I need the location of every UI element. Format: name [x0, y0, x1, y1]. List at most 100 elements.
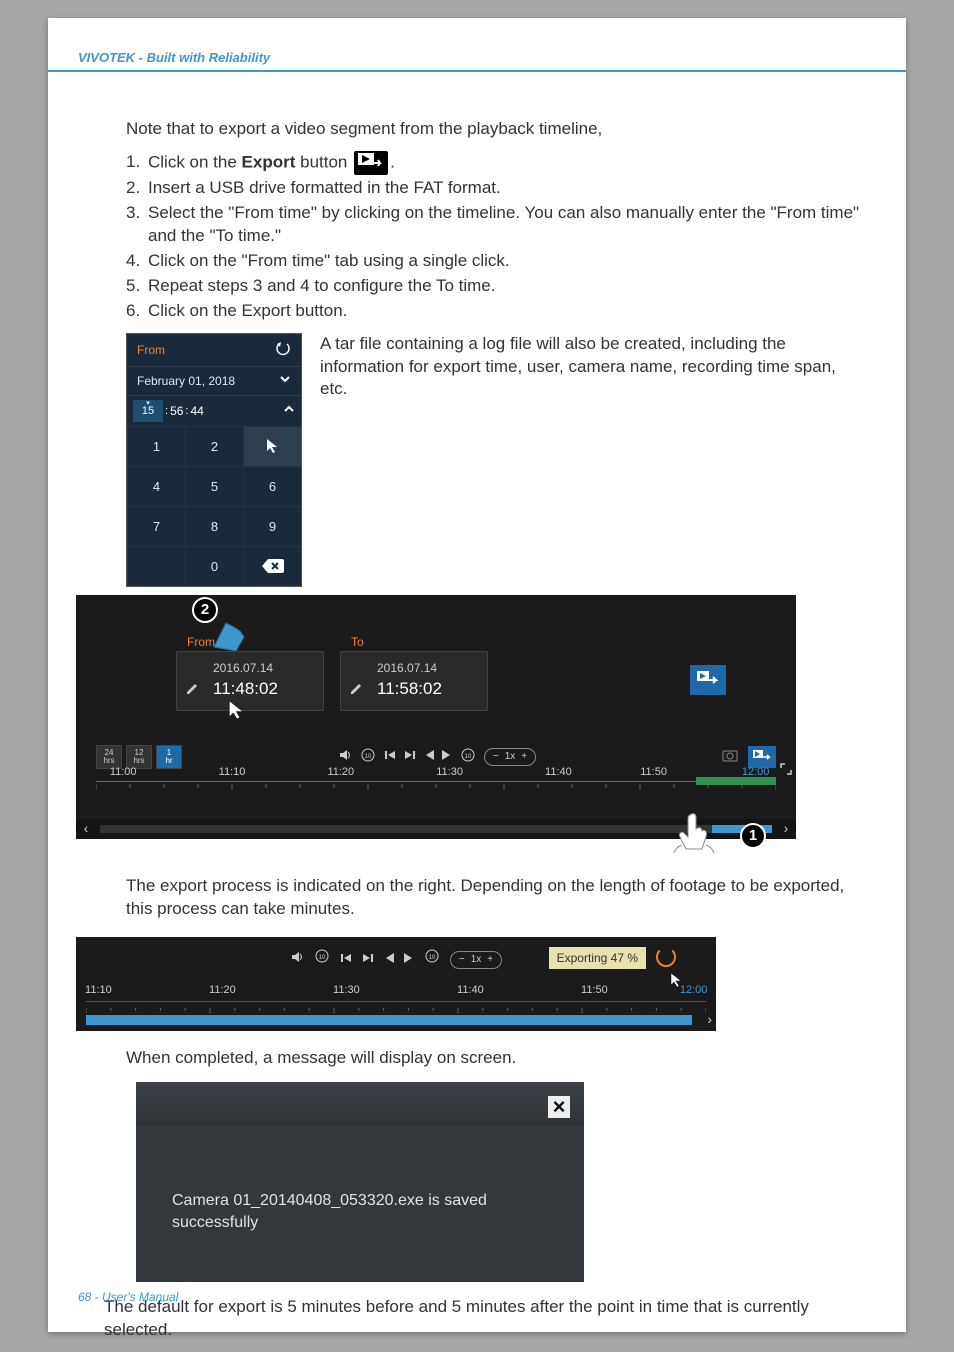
scroll-left-icon[interactable]: ‹: [76, 819, 96, 838]
speed-minus[interactable]: −: [493, 750, 499, 764]
skip-back-icon[interactable]: [340, 948, 352, 971]
step1-bold: Export: [242, 152, 296, 171]
step-4: 4. Click on the "From time" tab using a …: [126, 250, 866, 273]
step-6: 6. Click on the Export button.: [126, 300, 866, 323]
numpad-7[interactable]: 7: [127, 506, 185, 546]
ruler-tick-line: [86, 1001, 706, 1011]
colon: :: [163, 404, 170, 419]
exporting-badge: Exporting 47 %: [549, 947, 646, 969]
chevron-down-icon: [279, 373, 291, 389]
svg-text:10: 10: [429, 955, 436, 961]
intro-paragraph: Note that to export a video segment from…: [126, 118, 866, 141]
ruler-tick: 11:10: [219, 765, 246, 780]
skip-back-icon[interactable]: [384, 749, 396, 766]
play-icon[interactable]: [442, 749, 452, 766]
step-2: 2. Insert a USB drive formatted in the F…: [126, 177, 866, 200]
zoom-24-label: 24 hrs: [103, 749, 114, 765]
step-text: Repeat steps 3 and 4 to configure the To…: [148, 275, 866, 298]
to-time-box[interactable]: To 2016.07.14 11:58:02: [340, 651, 488, 711]
speed-value: 1x: [471, 953, 482, 967]
zoom-1-label: 1 hr: [165, 749, 172, 765]
page-footer: 68 - User's Manual: [78, 1290, 178, 1304]
export-clip-button[interactable]: [690, 665, 726, 695]
rewind-10-icon[interactable]: 10: [314, 948, 330, 971]
numpad-6[interactable]: 6: [243, 466, 301, 506]
svg-text:10: 10: [365, 754, 372, 760]
export-icon: [354, 151, 388, 175]
step-number: 5.: [126, 275, 148, 298]
skip-forward-icon[interactable]: [362, 948, 374, 971]
speed-value: 1x: [505, 750, 516, 764]
content-area: Note that to export a video segment from…: [126, 118, 866, 1352]
from-time-box[interactable]: From 2016.07.14 11:48:02: [176, 651, 324, 711]
play-icon[interactable]: [404, 948, 414, 971]
time-hh[interactable]: ▾15: [133, 400, 163, 422]
ruler-ticks: [96, 781, 776, 795]
numpad-5[interactable]: 5: [185, 466, 243, 506]
close-icon[interactable]: ×: [548, 1096, 570, 1118]
rewind-10-icon[interactable]: 10: [360, 747, 376, 768]
numpad-0[interactable]: 0: [185, 546, 243, 586]
to-date: 2016.07.14: [377, 660, 437, 676]
ruler-tick: 11:20: [327, 765, 354, 780]
skip-forward-icon[interactable]: [404, 749, 416, 766]
from-label: From: [137, 342, 165, 358]
numpad-2[interactable]: 2: [185, 426, 243, 466]
svg-text:10: 10: [319, 955, 326, 961]
step-1: 1. Click on the Export button .: [126, 151, 866, 175]
speed-plus[interactable]: +: [487, 953, 493, 967]
scroll-right-icon[interactable]: ›: [707, 1010, 712, 1029]
step-number: 4.: [126, 250, 148, 273]
numpad-8[interactable]: 8: [185, 506, 243, 546]
volume-icon[interactable]: [290, 948, 304, 971]
figure-from-panel-row: From February 01, 2018 ▾15 : 56 :: [126, 333, 866, 587]
speed-minus[interactable]: −: [459, 953, 465, 967]
exporting-figure: 10 10 − 1x + Exporting 47 % 11:10 11:20 …: [76, 937, 716, 1031]
exporting-ruler[interactable]: 11:10 11:20 11:30 11:40 11:50 12:00: [86, 983, 706, 997]
forward-10-icon[interactable]: 10: [424, 948, 440, 971]
modal-message: Camera 01_20140408_053320.exe is saved s…: [172, 1190, 548, 1235]
ruler-tick-end: 12:00: [680, 983, 708, 998]
play-back-icon[interactable]: [384, 948, 394, 971]
edit-icon[interactable]: [349, 680, 363, 694]
numpad-backspace-icon[interactable]: [243, 546, 301, 586]
hint-hand-icon: [672, 809, 716, 853]
progress-bar[interactable]: [86, 1015, 692, 1025]
header-strip: VIVOTEK - Built with Reliability: [48, 50, 906, 72]
speed-plus[interactable]: +: [521, 750, 527, 764]
edit-icon[interactable]: [185, 680, 199, 694]
from-panel-date-row[interactable]: February 01, 2018: [127, 367, 301, 396]
ruler-tick: 11:50: [581, 983, 608, 998]
step-text: Click on the Export button.: [148, 300, 866, 323]
play-back-icon[interactable]: [424, 749, 434, 766]
numpad-cursor[interactable]: [243, 426, 301, 466]
ruler-tick: 11:50: [640, 765, 667, 780]
export-process-paragraph: The export process is indicated on the r…: [126, 875, 866, 921]
zoom-1hr[interactable]: 1 hr: [156, 745, 182, 769]
speed-control[interactable]: − 1x +: [450, 951, 502, 969]
scroll-right-icon[interactable]: ›: [776, 819, 796, 838]
ruler-tick: 11:40: [457, 983, 484, 998]
numpad-9[interactable]: 9: [243, 506, 301, 546]
colon: :: [183, 404, 190, 419]
chevron-up-icon[interactable]: [283, 403, 295, 419]
snapshot-icon[interactable]: [722, 748, 738, 767]
numpad-4[interactable]: 4: [127, 466, 185, 506]
speed-control[interactable]: − 1x +: [484, 748, 536, 766]
spinner-icon: [656, 947, 676, 967]
expand-icon[interactable]: [780, 763, 792, 775]
volume-icon[interactable]: [338, 748, 352, 767]
default-export-paragraph: The default for export is 5 minutes befo…: [104, 1296, 866, 1342]
ruler-tick: 11:10: [85, 983, 112, 998]
undo-icon[interactable]: [275, 340, 291, 360]
numpad-1[interactable]: 1: [127, 426, 185, 466]
success-modal: × Camera 01_20140408_053320.exe is saved…: [136, 1082, 584, 1282]
completed-paragraph: When completed, a message will display o…: [126, 1047, 866, 1070]
zoom-12-label: 12 hrs: [133, 749, 144, 765]
time-ss[interactable]: 44: [190, 403, 203, 419]
time-mm[interactable]: 56: [170, 403, 183, 419]
step-text: Click on the Export button .: [148, 151, 866, 175]
step-number: 1.: [126, 151, 148, 175]
tar-note: A tar file containing a log file will al…: [320, 333, 866, 402]
from-panel-time-row[interactable]: ▾15 : 56 : 44: [127, 396, 301, 426]
